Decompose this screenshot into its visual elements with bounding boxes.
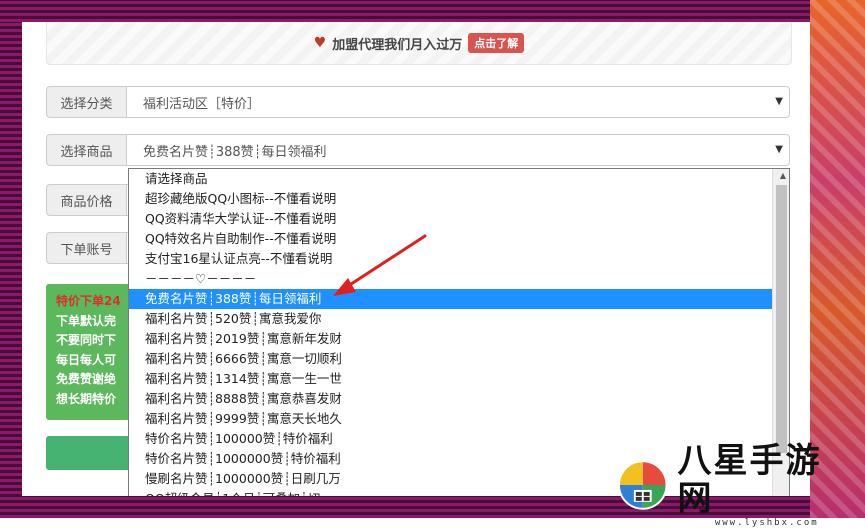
scroll-up-icon[interactable]: ▲ [780,171,786,180]
logo-icon [617,460,668,510]
learn-more-button[interactable]: 点击了解 [468,33,525,53]
category-select-value: 福利活动区［特价］ [143,96,261,112]
dropdown-option[interactable]: 请选择商品 [129,169,773,189]
dropdown-option[interactable]: 福利名片赞┊520赞┊寓意我爱你 [129,309,773,329]
product-select[interactable]: 免费名片赞┊388赞┊每日领福利 ▼ [126,134,790,166]
left-border-decoration [0,0,22,518]
dropdown-option[interactable]: 支付宝16星认证点亮--不懂看说明 [129,249,773,269]
dropdown-option[interactable]: 福利名片赞┊1314赞┊寓意一生一世 [129,369,773,389]
dropdown-option[interactable]: 福利名片赞┊6666赞┊寓意一切顺利 [129,349,773,369]
chevron-down-icon: ▼ [775,96,783,107]
dropdown-option-selected[interactable]: 免费名片赞┊388赞┊每日领福利 [129,289,773,309]
dropdown-option[interactable]: 特价名片赞┊100000赞┊特价福利 [129,429,773,449]
logo-url: www.lyshbx.com [714,518,819,528]
agent-notice-panel: ♥ 加盟代理我们月入过万 点击了解 [46,22,792,65]
dropdown-option[interactable]: QQ特效名片自助制作--不懂看说明 [129,229,773,249]
scrollbar-thumb[interactable] [776,185,787,453]
top-border-decoration [0,0,865,22]
order-form-page: ♥ 加盟代理我们月入过万 点击了解 选择分类 福利活动区［特价］ ▼ 选择商品 … [22,22,810,496]
price-label: 商品价格 [46,184,126,216]
dropdown-option[interactable]: －－－－♡－－－－ [129,269,773,289]
logo-title: 八星手游网 [677,441,822,519]
dropdown-option[interactable]: 福利名片赞┊9999赞┊寓意天长地久 [129,409,773,429]
product-label: 选择商品 [46,134,126,166]
dropdown-option[interactable]: 超珍藏绝版QQ小图标--不懂看说明 [129,189,773,209]
category-row: 选择分类 福利活动区［特价］ ▼ [46,86,790,118]
site-watermark-logo: 八星手游网 www.lyshbx.com [616,442,856,528]
notice-text: 加盟代理我们月入过万 [332,37,463,53]
category-select[interactable]: 福利活动区［特价］ ▼ [126,86,790,118]
dropdown-option[interactable]: QQ资料清华大学认证--不懂看说明 [129,209,773,229]
product-row: 选择商品 免费名片赞┊388赞┊每日领福利 ▼ [46,134,790,166]
heart-icon: ♥ [313,35,327,51]
account-label: 下单账号 [46,232,126,264]
category-label: 选择分类 [46,86,126,118]
dropdown-option[interactable]: 福利名片赞┊8888赞┊寓意恭喜发财 [129,389,773,409]
chevron-down-icon: ▼ [775,144,783,155]
dropdown-option[interactable]: 福利名片赞┊2019赞┊寓意新年发财 [129,329,773,349]
product-select-value: 免费名片赞┊388赞┊每日领福利 [143,144,327,160]
